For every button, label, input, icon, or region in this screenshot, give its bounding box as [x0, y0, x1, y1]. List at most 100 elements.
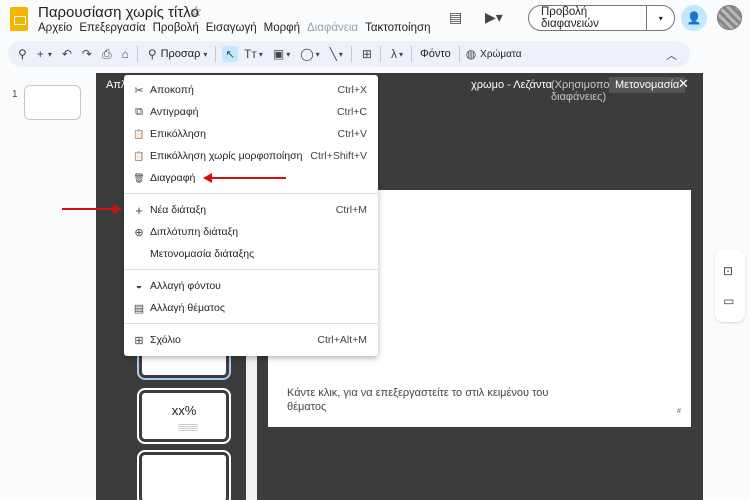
menu-item-change-theme[interactable]: ▤ Αλλαγή θέματος	[124, 297, 378, 319]
slide-thumbnail[interactable]	[24, 85, 81, 120]
redo-icon[interactable]: ↷	[82, 47, 92, 61]
menu-file[interactable]: Αρχείο	[38, 22, 72, 34]
slideshow-button[interactable]: Προβολή διαφανειών ▾	[528, 5, 675, 31]
close-icon[interactable]: ✕	[678, 76, 689, 92]
annotation-arrowhead	[203, 173, 212, 183]
chevron-down-icon[interactable]: ▾	[259, 50, 263, 59]
select-cursor-icon[interactable]: ↖	[222, 46, 238, 62]
menu-divider	[124, 323, 378, 324]
chevron-down-icon[interactable]: ▾	[316, 50, 320, 59]
slide-number: 1	[12, 89, 18, 100]
print-icon[interactable]: ⎙	[102, 47, 112, 62]
layout-thumbnail[interactable]: xx%	[137, 388, 231, 444]
menu-item-new-layout[interactable]: + Νέα διάταξη Ctrl+M	[124, 199, 378, 221]
search-icon[interactable]: ⚲	[18, 47, 27, 61]
star-icon[interactable]: ☆	[190, 3, 203, 20]
slides-logo[interactable]	[10, 7, 28, 31]
layout-thumbnail[interactable]	[137, 450, 231, 500]
add-shortcut-icon[interactable]: ⊡	[723, 264, 733, 278]
chevron-down-icon[interactable]: ▾	[339, 50, 343, 59]
menu-item-copy[interactable]: ⧉ Αντιγραφή Ctrl+C	[124, 101, 378, 123]
annotation-arrow-delete	[212, 177, 286, 179]
menu-edit[interactable]: Επεξεργασία	[79, 22, 145, 34]
menu-item-label: Επικόλληση	[150, 128, 207, 140]
plus-icon: +	[135, 202, 143, 218]
menu-arrange[interactable]: Τακτοποίηση	[365, 22, 430, 34]
slide-number-placeholder[interactable]: #	[677, 408, 681, 415]
comment-history-icon[interactable]: ▤	[449, 9, 462, 26]
menu-item-cut[interactable]: ✂ Αποκοπή Ctrl+X	[124, 79, 378, 101]
chevron-down-icon[interactable]: ▾	[399, 50, 403, 59]
menu-insert[interactable]: Εισαγωγή	[206, 22, 257, 34]
paint-format-icon[interactable]: ⌂	[122, 47, 129, 61]
comment-icon: ⊞	[134, 334, 144, 347]
folder-icon[interactable]: ▭	[723, 294, 734, 308]
menu-slide[interactable]: Διαφάνεια	[307, 22, 358, 34]
video-call-icon[interactable]: ▶▾	[485, 9, 503, 26]
thumb-title: xx%	[171, 403, 197, 418]
image-icon[interactable]: ▣	[273, 47, 284, 61]
add-comment-icon[interactable]: ⊞	[362, 47, 372, 61]
menu-item-paste[interactable]: 📋 Επικόλληση Ctrl+V	[124, 123, 378, 145]
menu-format[interactable]: Μορφή	[264, 22, 300, 34]
colors-button[interactable]: Χρώματα	[480, 49, 521, 60]
rename-button[interactable]: Μετονομασία	[609, 77, 686, 93]
menu-item-label: Διαγραφή	[150, 172, 196, 184]
text-box-icon[interactable]: Tт	[244, 47, 257, 61]
zoom-select[interactable]: Προσαρ	[161, 48, 201, 60]
zoom-icon[interactable]: ⚲	[148, 47, 157, 61]
line-icon[interactable]: ╲	[330, 47, 337, 61]
new-slide-icon[interactable]: +	[37, 47, 44, 61]
menu-item-label: Αντιγραφή	[150, 106, 199, 118]
palette-icon[interactable]: ◍	[466, 47, 476, 61]
toolbar-divider	[410, 46, 412, 62]
scissors-icon: ✂	[134, 84, 144, 97]
menu-item-label: Διπλότυπη διάταξη	[150, 226, 239, 238]
lambda-icon[interactable]: λ	[391, 47, 397, 61]
layout-name: χρωμο - Λεζάντα	[471, 79, 553, 91]
chevron-down-icon[interactable]: ▾	[647, 14, 674, 23]
chevron-down-icon[interactable]: ▾	[203, 50, 207, 59]
menu-item-change-background[interactable]: ◒ Αλλαγή φόντου	[124, 275, 378, 297]
shape-icon[interactable]: ◯	[300, 47, 313, 61]
menu-item-shortcut: Ctrl+Shift+V	[310, 150, 367, 162]
toolbar-divider	[458, 46, 460, 62]
chevron-down-icon[interactable]: ▾	[286, 50, 290, 59]
menu-item-duplicate-layout[interactable]: ⊕ Διπλότυπη διάταξη	[124, 221, 378, 243]
avatar[interactable]	[717, 5, 742, 30]
menu-item-shortcut: Ctrl+Alt+M	[317, 334, 367, 346]
menu-item-label: Αλλαγή θέματος	[150, 302, 225, 314]
fill-icon: ◒	[135, 280, 143, 292]
side-panel-card: ⊡ ▭	[715, 250, 745, 322]
menu-item-label: Σχόλιο	[150, 334, 181, 346]
chevron-down-icon[interactable]: ▾	[48, 50, 52, 59]
background-button[interactable]: Φόντο	[420, 48, 451, 60]
menu-item-comment[interactable]: ⊞ Σχόλιο Ctrl+Alt+M	[124, 329, 378, 351]
menu-view[interactable]: Προβολή	[153, 22, 199, 34]
context-menu: ✂ Αποκοπή Ctrl+X ⧉ Αντιγραφή Ctrl+C 📋 Επ…	[124, 75, 378, 356]
document-title[interactable]: Παρουσίαση χωρίς τίτλο	[38, 4, 199, 21]
toolbar-divider	[215, 46, 217, 62]
paste-icon: 📋	[133, 128, 145, 139]
body-placeholder[interactable]: Κάντε κλικ, για να επεξεργαστείτε το στι…	[287, 386, 557, 414]
toolbar: ⚲ + ▾ ↶ ↷ ⎙ ⌂ ⚲ Προσαρ ▾ ↖ Tт ▾ ▣ ▾ ◯ ▾ …	[8, 41, 690, 67]
share-button[interactable]: 👤	[681, 5, 707, 31]
menu-item-label: Μετονομασία διάταξης	[150, 248, 255, 260]
toolbar-divider	[136, 46, 138, 62]
menu-item-rename-layout[interactable]: Μετονομασία διάταξης	[124, 243, 378, 265]
trash-icon: 🗑	[133, 172, 145, 183]
toolbar-divider	[379, 46, 381, 62]
menu-divider	[124, 193, 378, 194]
menu-item-label: Νέα διάταξη	[150, 204, 207, 216]
menubar: Αρχείο Επεξεργασία Προβολή Εισαγωγή Μορφ…	[38, 22, 437, 34]
undo-icon[interactable]: ↶	[62, 47, 72, 61]
menu-item-label: Αποκοπή	[150, 84, 194, 96]
slideshow-label[interactable]: Προβολή διαφανειών	[529, 6, 648, 30]
menu-item-label: Επικόλληση χωρίς μορφοποίηση	[150, 150, 303, 162]
thumb-text-lines	[178, 423, 198, 431]
copy-icon: ⧉	[135, 105, 143, 118]
menu-item-paste-plain[interactable]: 📋 Επικόλληση χωρίς μορφοποίηση Ctrl+Shif…	[124, 145, 378, 167]
duplicate-icon: ⊕	[134, 226, 144, 239]
menu-item-shortcut: Ctrl+M	[335, 204, 367, 216]
chevron-up-icon[interactable]: ︿	[666, 47, 677, 63]
